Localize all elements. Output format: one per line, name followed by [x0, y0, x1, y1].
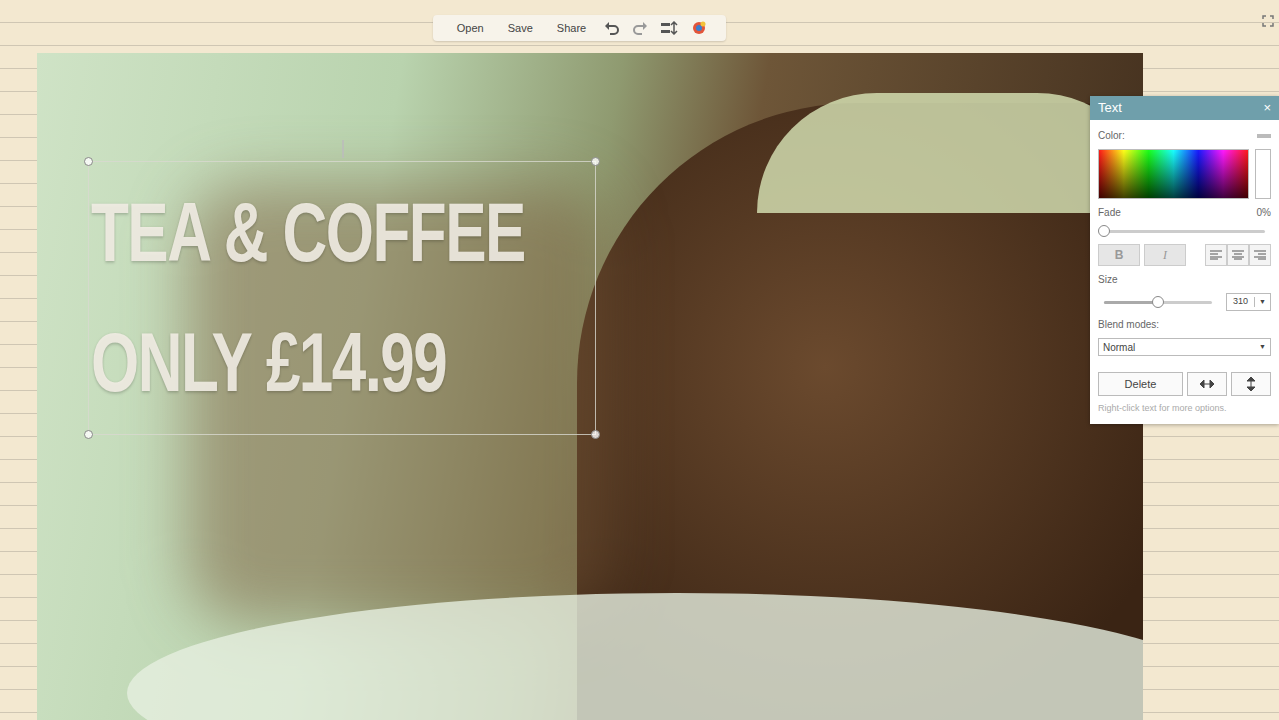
slider-fill	[1104, 301, 1158, 304]
text-panel: Text×Color:Fade0%BISize310▼Blend modes:N…	[1090, 96, 1279, 424]
spectrum-shade	[1099, 150, 1248, 198]
text-line: TEA & COFFEE	[91, 191, 579, 275]
align-right-icon	[1254, 250, 1266, 260]
color-spectrum[interactable]	[1098, 149, 1249, 199]
redo-icon[interactable]	[632, 21, 648, 35]
toolbar-button[interactable]: Save	[496, 17, 545, 40]
icing-shape	[757, 93, 1143, 213]
flip-horizontal-button[interactable]	[1187, 372, 1227, 396]
action-row: Delete	[1098, 372, 1271, 396]
slider-thumb[interactable]	[1152, 296, 1164, 308]
flip-vertical-icon	[1247, 377, 1255, 391]
align-left-icon	[1210, 250, 1222, 260]
blend-value: Normal	[1103, 340, 1135, 355]
brightness-bar[interactable]	[1255, 149, 1271, 199]
align-center-icon	[1232, 250, 1244, 260]
slider-track[interactable]	[1104, 230, 1265, 233]
close-button[interactable]: ×	[1263, 98, 1271, 118]
color-row: Color:	[1098, 128, 1271, 143]
photo-canvas[interactable]: TEA & COFFEE ONLY £14.99	[37, 53, 1143, 720]
color-picker	[1098, 149, 1271, 199]
fade-slider	[1098, 226, 1271, 236]
toolbar: OpenSaveShare	[433, 15, 726, 41]
resize-handle[interactable]	[84, 157, 93, 166]
resize-handle[interactable]	[84, 430, 93, 439]
effects-icon[interactable]	[690, 20, 708, 36]
undo-icon[interactable]	[604, 21, 620, 35]
flip-horizontal-icon	[1200, 380, 1214, 388]
size-slider	[1098, 297, 1218, 307]
blend-select[interactable]: Normal ▼	[1098, 338, 1271, 356]
size-row: 310▼	[1098, 293, 1271, 311]
slider-track[interactable]	[1104, 301, 1212, 304]
panel-header: Text ×	[1090, 96, 1279, 120]
size-dropdown-icon[interactable]: ▼	[1254, 297, 1270, 308]
panel-body: Color:Fade0%BISize310▼Blend modes:Normal…	[1090, 120, 1279, 424]
style-row: BI	[1098, 244, 1271, 266]
size-field[interactable]: 310▼	[1226, 293, 1271, 311]
delete-button[interactable]: Delete	[1098, 372, 1183, 396]
resize-handle[interactable]	[591, 157, 600, 166]
align-center-button[interactable]	[1227, 244, 1249, 266]
top-bar: OpenSaveShare	[0, 0, 1279, 53]
slider-thumb[interactable]	[1098, 225, 1110, 237]
fade-row: Fade 0%	[1098, 205, 1271, 220]
align-right-button[interactable]	[1249, 244, 1271, 266]
panel-title: Text	[1098, 98, 1122, 118]
text-line: ONLY £14.99	[91, 321, 579, 405]
align-group	[1205, 244, 1271, 266]
resize-handle[interactable]	[591, 430, 600, 439]
bold-button[interactable]: B	[1098, 244, 1140, 266]
rotate-handle[interactable]	[342, 140, 344, 158]
text-layer[interactable]: TEA & COFFEE ONLY £14.99	[88, 161, 596, 435]
color-swatch[interactable]	[1257, 134, 1271, 138]
dropdown-icon: ▼	[1259, 342, 1266, 353]
color-label: Color:	[1098, 128, 1125, 143]
size-label: Size	[1098, 272, 1271, 287]
toolbar-button[interactable]: Share	[545, 17, 598, 40]
size-value: 310	[1227, 295, 1254, 309]
italic-button[interactable]: I	[1144, 244, 1186, 266]
fade-reading: 0%	[1257, 205, 1271, 220]
align-left-button[interactable]	[1205, 244, 1227, 266]
layers-icon[interactable]	[660, 21, 678, 35]
toolbar-button[interactable]: Open	[445, 17, 496, 40]
blend-label: Blend modes:	[1098, 317, 1271, 332]
hint-text: Right-click text for more options.	[1098, 402, 1271, 416]
fade-label: Fade	[1098, 205, 1121, 220]
fullscreen-icon[interactable]	[1262, 15, 1274, 27]
flip-vertical-button[interactable]	[1231, 372, 1271, 396]
